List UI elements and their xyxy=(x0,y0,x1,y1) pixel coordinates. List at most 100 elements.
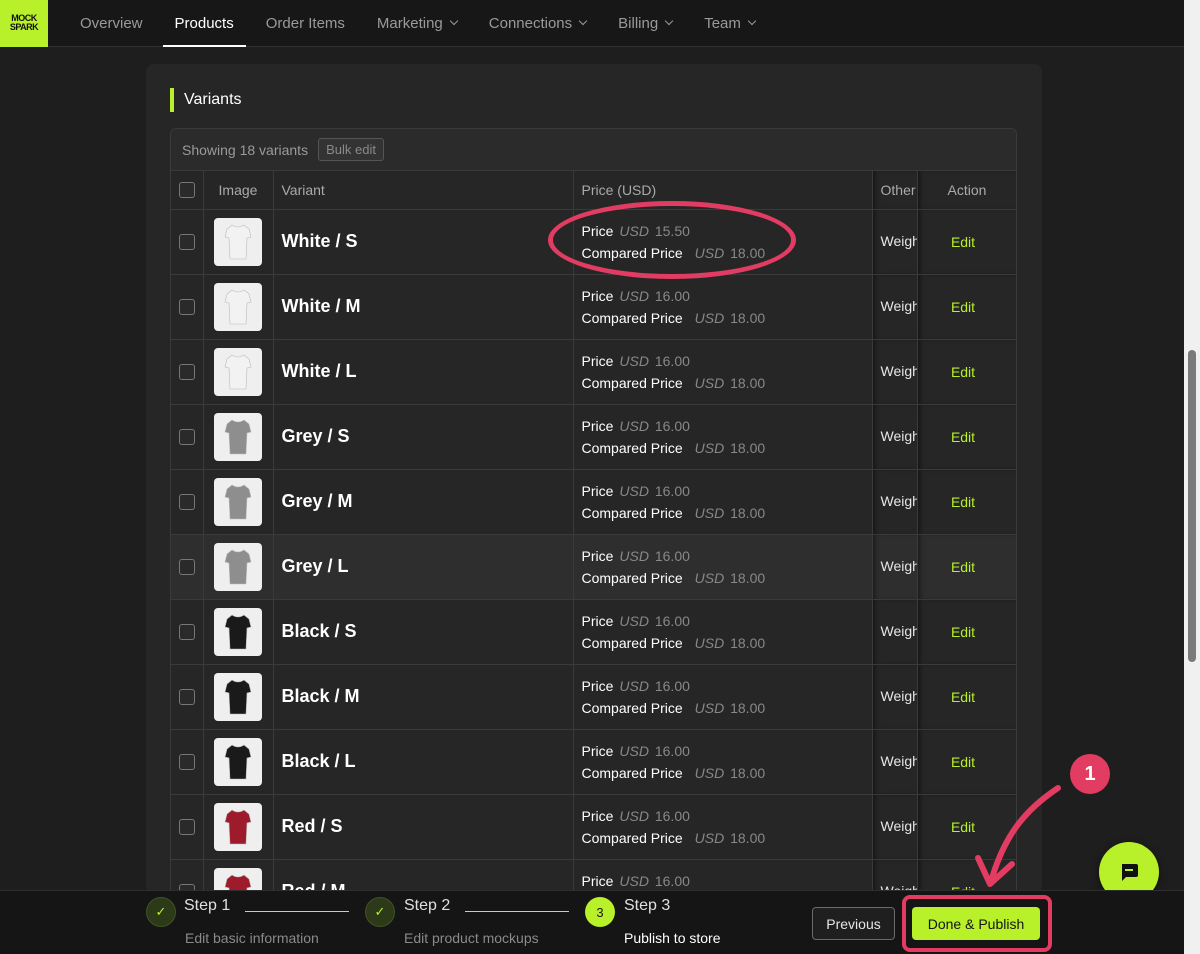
price-value: 16.00 xyxy=(654,287,690,304)
table-toolbar: Showing 18 variants Bulk edit xyxy=(171,129,1016,171)
nav-item-billing[interactable]: Billing xyxy=(606,0,684,47)
row-select-cell xyxy=(171,404,204,470)
row-price-cell: PriceUSD 16.00Compared PriceUSD 18.00 xyxy=(573,339,873,405)
row-other-cell: Weigh xyxy=(872,859,918,894)
row-price-cell: PriceUSD 16.00Compared PriceUSD 18.00 xyxy=(573,469,873,535)
row-checkbox[interactable] xyxy=(179,558,195,575)
compared-price-value: 18.00 xyxy=(730,569,766,586)
nav-item-overview[interactable]: Overview xyxy=(68,0,155,47)
edit-link[interactable]: Edit xyxy=(918,624,1017,640)
chevron-down-icon xyxy=(578,16,588,26)
row-price-cell: PriceUSD 16.00Compared PriceUSD 18.00 xyxy=(573,859,873,894)
previous-button[interactable]: Previous xyxy=(812,907,895,940)
row-checkbox[interactable] xyxy=(179,493,195,510)
price-label: Price xyxy=(581,547,614,564)
bulk-edit-button[interactable]: Bulk edit xyxy=(318,138,384,161)
scrollbar-thumb[interactable] xyxy=(1188,350,1196,662)
price-currency: USD xyxy=(619,612,649,629)
nav-item-team[interactable]: Team xyxy=(692,0,767,47)
top-nav: MOCK SPARK Overview Products Order Items Ma… xyxy=(0,0,1184,47)
page-scrollbar[interactable] xyxy=(1184,0,1200,954)
edit-link[interactable]: Edit xyxy=(918,429,1017,445)
price-currency: USD xyxy=(619,417,649,434)
table-row: Grey / L Price USD 16.00 Compared Price USD … xyxy=(171,534,1017,600)
row-checkbox[interactable] xyxy=(179,623,195,640)
price-currency: USD xyxy=(619,287,649,304)
compared-price-value: 18.00 xyxy=(730,309,766,326)
row-image-cell xyxy=(203,469,274,535)
row-other-cell: Weigh xyxy=(872,404,918,470)
price-line: Price USD 16.00 xyxy=(582,285,872,307)
compared-price-line: Compared Price USD 18.00 xyxy=(582,827,872,849)
select-all-checkbox[interactable] xyxy=(179,181,195,198)
row-select-cell xyxy=(171,859,204,894)
other-value: Weigh xyxy=(880,297,917,314)
done-publish-button[interactable]: Done & Publish xyxy=(912,907,1040,940)
variant-name: White / L xyxy=(281,361,357,381)
price-currency: USD xyxy=(619,677,649,694)
other-value: Weigh xyxy=(880,232,917,249)
price-line: Price USD 16.00 xyxy=(582,415,872,437)
row-checkbox[interactable] xyxy=(179,753,195,770)
variant-name: Red / S xyxy=(281,816,343,836)
row-checkbox[interactable] xyxy=(179,428,195,445)
compared-price-label: Compared Price xyxy=(581,374,683,391)
row-checkbox[interactable] xyxy=(179,363,195,380)
step-3-desc: Publish to store xyxy=(624,930,721,946)
compared-price-label: Compared Price xyxy=(581,764,683,781)
row-checkbox[interactable] xyxy=(179,818,195,835)
nav-item-products[interactable]: Products xyxy=(162,0,246,47)
edit-link[interactable]: Edit xyxy=(918,689,1017,705)
table-row: Red / S Price USD 16.00 Compared Price USD 1… xyxy=(171,794,1016,860)
compared-price-line: Compared Price USD 18.00 xyxy=(582,632,872,654)
row-variant-cell: Red / M xyxy=(273,859,574,894)
nav-item-order-items[interactable]: Order Items xyxy=(254,0,357,47)
price-label: Price xyxy=(581,807,614,824)
row-checkbox[interactable] xyxy=(179,688,195,705)
price-line: Price USD 16.00 xyxy=(582,480,872,502)
row-select-cell xyxy=(171,794,204,860)
row-other-cell: Weigh xyxy=(872,209,918,275)
row-checkbox[interactable] xyxy=(179,298,195,315)
compared-price-line: Compared Price USD 18.00 xyxy=(582,502,872,524)
price-label: Price xyxy=(581,352,614,369)
nav-item-connections[interactable]: Connections xyxy=(477,0,598,47)
other-value: Weigh xyxy=(880,752,917,769)
row-variant-cell: Grey / L xyxy=(273,534,574,600)
edit-link[interactable]: Edit xyxy=(918,299,1017,315)
edit-link[interactable]: Edit xyxy=(918,494,1017,510)
row-action-cell: Edit xyxy=(917,534,1017,600)
row-price-cell: PriceUSD 16.00Compared PriceUSD 18.00 xyxy=(573,794,873,860)
edit-link[interactable]: Edit xyxy=(918,559,1017,575)
row-image-cell xyxy=(203,794,274,860)
price-label: Price xyxy=(581,612,614,629)
row-checkbox[interactable] xyxy=(179,233,195,250)
row-other-cell: Weigh xyxy=(872,274,918,340)
logo[interactable]: MOCK SPARK xyxy=(0,0,48,47)
row-other-cell: Weigh xyxy=(872,664,918,730)
edit-link[interactable]: Edit xyxy=(918,234,1017,250)
row-price-cell: PriceUSD 16.00Compared PriceUSD 18.00 xyxy=(573,534,873,600)
row-select-cell xyxy=(171,729,204,795)
price-value: 16.00 xyxy=(654,872,690,889)
row-image-cell xyxy=(203,859,274,894)
edit-link[interactable]: Edit xyxy=(918,364,1017,380)
tshirt-thumbnail-icon xyxy=(213,542,262,591)
row-action-cell: Edit xyxy=(917,404,1017,470)
table-row: Black / M Price USD 16.00 Compared Price USD… xyxy=(171,664,1017,730)
compared-price-label: Compared Price xyxy=(581,504,683,521)
step-2-connector xyxy=(465,911,569,912)
nav-item-label: Billing xyxy=(618,14,659,32)
header-other: Other xyxy=(872,171,918,210)
row-variant-cell: White / L xyxy=(273,339,574,405)
row-variant-cell: White / M xyxy=(273,274,574,340)
edit-link[interactable]: Edit xyxy=(918,754,1017,770)
nav-item-marketing[interactable]: Marketing xyxy=(365,0,469,47)
row-variant-cell: Black / L xyxy=(273,729,574,795)
variant-count: Showing 18 variants xyxy=(182,141,309,158)
compared-price-value: 18.00 xyxy=(730,764,766,781)
table-row: Red / MPriceUSD 16.00Compared PriceUSD 1… xyxy=(171,859,1016,894)
tshirt-thumbnail-icon xyxy=(213,672,262,721)
tshirt-thumbnail-icon xyxy=(213,737,262,786)
row-image-cell xyxy=(203,274,274,340)
